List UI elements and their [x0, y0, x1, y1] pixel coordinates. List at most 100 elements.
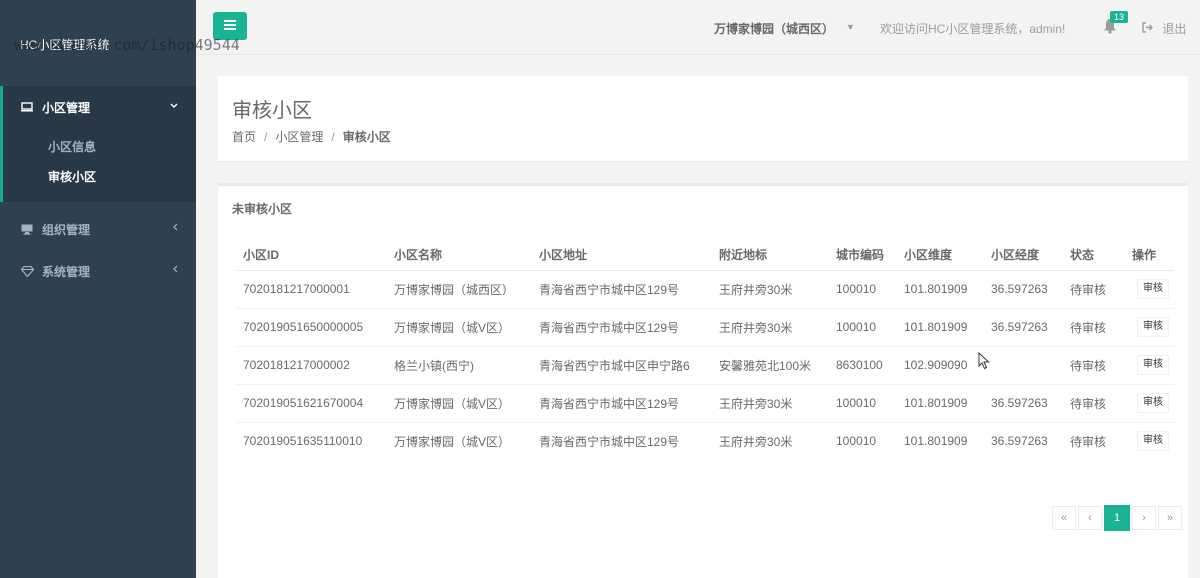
sidebar-item-community-info[interactable]: 小区信息: [3, 132, 196, 162]
cell-address: 青海省西宁市城中区129号: [532, 307, 712, 346]
sidebar-item-label: 系统管理: [42, 264, 91, 279]
pagination: « ‹ 1 › »: [1050, 505, 1182, 531]
cell-state: 待审核: [1063, 421, 1125, 460]
app-title: HC小区管理系统: [20, 38, 110, 52]
table-row: 702019051621670004 万博家博园（城V区） 青海省西宁市城中区1…: [236, 383, 1174, 422]
page-next-button[interactable]: ›: [1132, 506, 1156, 530]
cell-longitude: 36.597263: [984, 307, 1063, 346]
cell-longitude: 36.597263: [984, 383, 1063, 422]
page-last-button[interactable]: »: [1158, 506, 1182, 530]
community-selector[interactable]: 万博家博园（城西区）: [714, 20, 834, 37]
breadcrumb-current: 审核小区: [342, 130, 391, 144]
cell-city-code: 100010: [829, 383, 897, 422]
column-header-state: 状态: [1063, 240, 1125, 271]
table-header-row: 小区ID 小区名称 小区地址 附近地标 城市编码 小区维度 小区经度 状态 操作: [236, 240, 1174, 271]
cell-state: 待审核: [1063, 269, 1125, 308]
cell-address: 青海省西宁市城中区129号: [532, 383, 712, 422]
unaudited-panel: 未审核小区 小区ID 小区名称 小区地址 附近地标 城市编码 小区维度 小区经度…: [218, 183, 1188, 578]
cell-state: 待审核: [1063, 383, 1125, 422]
sidebar-submenu: 小区信息 审核小区: [0, 128, 196, 202]
chevron-left-icon: [172, 264, 178, 276]
column-header-id: 小区ID: [236, 240, 387, 271]
audit-button[interactable]: 审核: [1137, 431, 1169, 452]
page-first-button[interactable]: «: [1052, 506, 1076, 530]
cell-landmark: 王府井旁30米: [712, 307, 829, 346]
cell-action: 审核: [1125, 269, 1174, 308]
cell-landmark: 安馨雅苑北100米: [712, 345, 829, 384]
breadcrumb-home[interactable]: 首页: [232, 130, 256, 144]
caret-down-icon[interactable]: ▼: [846, 22, 855, 32]
cell-longitude: 36.597263: [984, 269, 1063, 308]
cell-city-code: 8630100: [829, 345, 897, 384]
cell-state: 待审核: [1063, 307, 1125, 346]
cell-address: 青海省西宁市城中区129号: [532, 269, 712, 308]
cell-latitude: 101.801909: [897, 269, 984, 308]
sidebar-item-audit-community[interactable]: 审核小区: [3, 162, 196, 192]
cell-id: 702019051650000005: [236, 307, 387, 346]
sign-out-icon: [1142, 22, 1156, 36]
breadcrumb-separator: /: [264, 130, 268, 144]
cell-landmark: 王府井旁30米: [712, 421, 829, 460]
cell-landmark: 王府井旁30米: [712, 383, 829, 422]
cell-action: 审核: [1125, 421, 1174, 460]
cell-city-code: 100010: [829, 421, 897, 460]
cell-id: 702019051621670004: [236, 383, 387, 422]
column-header-landmark: 附近地标: [712, 240, 829, 271]
logout-button[interactable]: 退出: [1142, 20, 1186, 37]
app-brand: HC小区管理系统: [0, 0, 196, 88]
cell-longitude: [984, 345, 1063, 384]
monitor-icon: [20, 100, 34, 114]
menu-toggle-button[interactable]: [213, 12, 247, 40]
cell-address: 青海省西宁市城中区申宁路6: [532, 345, 712, 384]
sidebar-item-org-management[interactable]: 组织管理: [0, 208, 196, 250]
cell-longitude: 36.597263: [984, 421, 1063, 460]
cell-state: 待审核: [1063, 345, 1125, 384]
cell-latitude: 102.909090: [897, 345, 984, 384]
cell-id: 7020181217000001: [236, 269, 387, 308]
cell-city-code: 100010: [829, 269, 897, 308]
table-row: 702019051635110010 万博家博园（城V区） 青海省西宁市城中区1…: [236, 421, 1174, 460]
page-prev-button[interactable]: ‹: [1078, 506, 1102, 530]
chevron-left-icon: [172, 222, 178, 234]
table-row: 7020181217000001 万博家博园（城西区） 青海省西宁市城中区129…: [236, 269, 1174, 308]
hamburger-icon: [224, 19, 236, 33]
desktop-icon: [20, 222, 34, 236]
cell-city-code: 100010: [829, 307, 897, 346]
notification-badge: 13: [1110, 11, 1129, 23]
column-header-longitude: 小区经度: [984, 240, 1063, 271]
page-current-button[interactable]: 1: [1104, 505, 1130, 531]
audit-button[interactable]: 审核: [1137, 393, 1169, 413]
cell-latitude: 101.801909: [897, 307, 984, 346]
sidebar-item-label: 小区管理: [42, 100, 91, 115]
cell-latitude: 101.801909: [897, 421, 984, 460]
sidebar: HC小区管理系统 www.huzhan.com/ishop49544 小区管理 …: [0, 0, 240, 578]
table-row: 7020181217000002 格兰小镇(西宁) 青海省西宁市城中区申宁路6 …: [236, 345, 1174, 384]
audit-button[interactable]: 审核: [1137, 279, 1169, 299]
cell-name: 万博家博园（城V区）: [387, 421, 532, 460]
cell-action: 审核: [1125, 383, 1174, 422]
sidebar-item-system-management[interactable]: 系统管理: [0, 250, 196, 292]
sidebar-item-label: 组织管理: [42, 222, 91, 237]
welcome-text: 欢迎访问HC小区管理系统，admin!: [880, 22, 1066, 36]
top-navbar: 万博家博园（城西区） ▼ 欢迎访问HC小区管理系统，admin! 13 退出: [196, 0, 1200, 55]
column-header-latitude: 小区维度: [897, 240, 984, 271]
sidebar-item-community-management[interactable]: 小区管理: [0, 86, 196, 128]
community-table: 小区ID 小区名称 小区地址 附近地标 城市编码 小区维度 小区经度 状态 操作…: [236, 240, 1174, 460]
cell-latitude: 101.801909: [897, 383, 984, 422]
cell-name: 格兰小镇(西宁): [387, 345, 532, 384]
table-row: 702019051650000005 万博家博园（城V区） 青海省西宁市城中区1…: [236, 307, 1174, 346]
breadcrumb: 首页 / 小区管理 / 审核小区: [232, 128, 391, 145]
cell-landmark: 王府井旁30米: [712, 269, 829, 308]
audit-button[interactable]: 审核: [1137, 317, 1169, 337]
panel-title: 未审核小区: [232, 202, 293, 216]
column-header-address: 小区地址: [532, 240, 712, 271]
page-title: 审核小区: [232, 100, 312, 122]
mouse-cursor-icon: [978, 351, 990, 370]
breadcrumb-separator: /: [331, 130, 335, 144]
breadcrumb-community-management[interactable]: 小区管理: [275, 130, 323, 144]
cell-id: 7020181217000002: [236, 345, 387, 384]
column-header-city-code: 城市编码: [829, 240, 897, 271]
audit-button[interactable]: 审核: [1137, 355, 1169, 375]
cell-address: 青海省西宁市城中区129号: [532, 421, 712, 460]
cell-action: 审核: [1125, 345, 1174, 384]
